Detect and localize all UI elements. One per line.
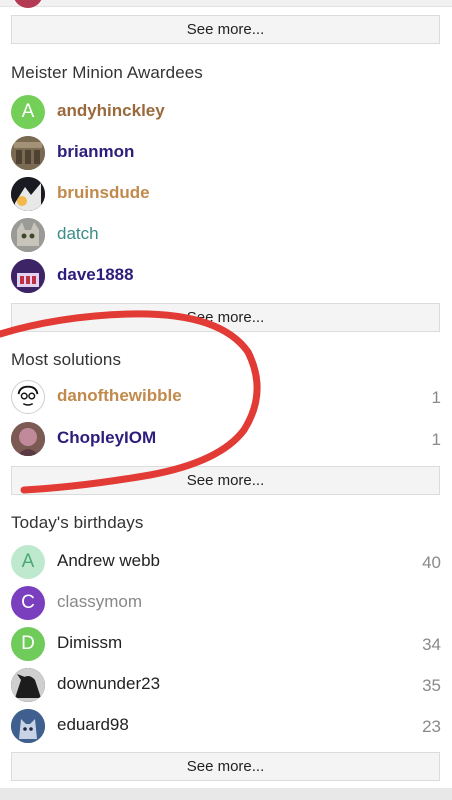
username[interactable]: eduard98 xyxy=(57,715,129,735)
list-item[interactable]: dave1888 xyxy=(11,259,441,293)
solution-count: 1 xyxy=(431,430,441,449)
list-item[interactable]: danofthewibble 1 xyxy=(11,380,441,414)
username[interactable]: danofthewibble xyxy=(57,386,182,406)
avatar: A xyxy=(11,545,45,579)
see-more-button-top[interactable]: See more... xyxy=(11,15,440,44)
section-title-birthdays: Today's birthdays xyxy=(11,513,144,532)
username[interactable]: ChopleyIOM xyxy=(57,428,156,448)
avatar xyxy=(11,177,45,211)
avatar xyxy=(11,136,45,170)
avatar-initial: D xyxy=(21,633,35,654)
see-more-button-birthdays[interactable]: See more... xyxy=(11,752,440,781)
section-title-awardees: Meister Minion Awardees xyxy=(11,63,203,82)
username[interactable]: brianmon xyxy=(57,142,134,162)
see-more-button-awardees[interactable]: See more... xyxy=(11,303,440,332)
username[interactable]: dave1888 xyxy=(57,265,134,285)
list-item[interactable]: D Dimissm 34 xyxy=(11,627,441,661)
avatar xyxy=(11,422,45,456)
avatar: A xyxy=(11,95,45,129)
username[interactable]: bruinsdude xyxy=(57,183,150,203)
list-item[interactable]: ChopleyIOM 1 xyxy=(11,422,441,456)
bottom-divider xyxy=(0,788,452,800)
age-count: 34 xyxy=(422,635,441,654)
avatar: D xyxy=(11,627,45,661)
list-item[interactable]: C classymom xyxy=(11,586,441,620)
username[interactable]: downunder23 xyxy=(57,674,160,694)
age-count: 35 xyxy=(422,676,441,695)
list-item[interactable]: bruinsdude xyxy=(11,177,441,211)
see-more-button-solutions[interactable]: See more... xyxy=(11,466,440,495)
avatar: C xyxy=(11,586,45,620)
top-divider xyxy=(0,0,452,7)
username[interactable]: Andrew webb xyxy=(57,551,160,571)
username[interactable]: andyhinckley xyxy=(57,101,165,121)
list-item[interactable]: eduard98 23 xyxy=(11,709,441,743)
avatar-initial: C xyxy=(21,592,35,613)
avatar xyxy=(11,380,45,414)
section-title-solutions: Most solutions xyxy=(11,350,122,369)
list-item[interactable]: A Andrew webb 40 xyxy=(11,545,441,579)
solution-count: 1 xyxy=(431,388,441,407)
avatar-initial: A xyxy=(21,101,35,122)
list-item[interactable]: datch xyxy=(11,218,441,252)
avatar xyxy=(11,259,45,293)
list-item[interactable]: downunder23 35 xyxy=(11,668,441,702)
avatar xyxy=(11,668,45,702)
avatar xyxy=(11,218,45,252)
avatar xyxy=(11,709,45,743)
username[interactable]: classymom xyxy=(57,592,142,612)
list-item[interactable]: A andyhinckley xyxy=(11,95,441,129)
avatar-initial: A xyxy=(21,551,35,572)
username[interactable]: datch xyxy=(57,224,99,244)
age-count: 40 xyxy=(422,553,441,572)
username[interactable]: Dimissm xyxy=(57,633,122,653)
age-count: 23 xyxy=(422,717,441,736)
list-item[interactable]: brianmon xyxy=(11,136,441,170)
